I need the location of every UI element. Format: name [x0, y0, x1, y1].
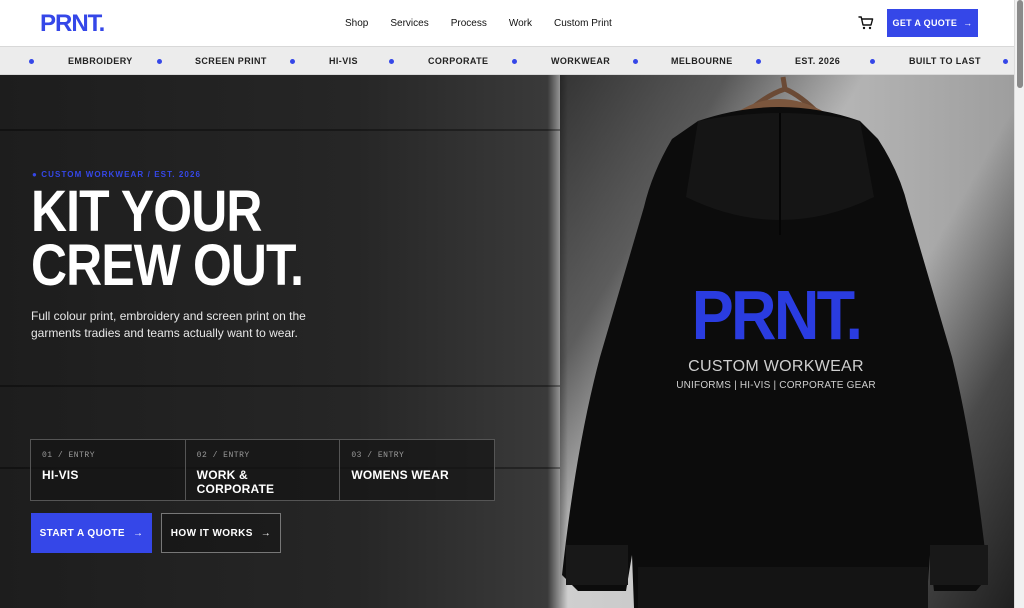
hero-lede: Full colour print, embroidery and screen…	[31, 309, 306, 340]
how-it-works-label: HOW IT WORKS	[170, 527, 253, 539]
hero-section: PRNT. CUSTOM WORKWEAR UNIFORMS | HI-VIS …	[0, 75, 1014, 608]
ticker-dot	[512, 59, 517, 64]
ticker-dot	[1003, 59, 1008, 64]
hoodie-logo: PRNT.	[691, 276, 863, 354]
entry-number: 02 / ENTRY	[196, 451, 250, 460]
entry-number: 03 / ENTRY	[351, 451, 405, 460]
ticker-item: CORPORATE	[428, 56, 489, 66]
nav-item-custom-print[interactable]: Custom Print	[554, 18, 612, 29]
get-a-quote-button[interactable]: GET A QUOTE →	[887, 9, 978, 37]
entry-cards: 01 / ENTRY HI-VIS 02 / ENTRY WORK & CORP…	[30, 439, 495, 501]
entry-card-womens-wear[interactable]: 03 / ENTRY WOMENS WEAR	[340, 440, 494, 500]
hoodie-subtagline: UNIFORMS | HI-VIS | CORPORATE GEAR	[676, 380, 876, 391]
ticker-item: WORKWEAR	[551, 56, 611, 66]
ticker-item: HI-VIS	[329, 56, 358, 66]
nav-item-work[interactable]: Work	[509, 18, 532, 29]
arrow-right-icon: →	[260, 527, 272, 539]
category-ticker: EMBROIDERY SCREEN PRINT HI-VIS CORPORATE…	[0, 46, 1014, 75]
nav-item-services[interactable]: Services	[390, 18, 428, 29]
top-nav: PRNT. Shop Services Process Work Custom …	[0, 0, 1014, 46]
entry-card-hi-vis[interactable]: 01 / ENTRY HI-VIS	[31, 440, 186, 500]
entry-card-work-corporate[interactable]: 02 / ENTRY WORK & CORPORATE	[186, 440, 341, 500]
ticker-item: EST. 2026	[795, 56, 841, 66]
hoodie-print: PRNT. CUSTOM WORKWEAR UNIFORMS | HI-VIS …	[676, 280, 876, 391]
hero-headline: KIT YOUR CREW OUT.	[31, 179, 304, 298]
hero-eyebrow: ● CUSTOM WORKWEAR / EST. 2026	[32, 170, 202, 179]
ticker-item: SCREEN PRINT	[195, 56, 267, 66]
nav-item-shop[interactable]: Shop	[345, 18, 368, 29]
start-a-quote-label: START A QUOTE	[39, 527, 125, 539]
get-a-quote-label: GET A QUOTE	[892, 18, 958, 28]
ticker-dot	[29, 59, 34, 64]
ticker-item: EMBROIDERY	[68, 56, 133, 66]
entry-title: WOMENS WEAR	[351, 468, 449, 482]
ticker-dot	[157, 59, 162, 64]
headline-line-2: CREW OUT.	[31, 233, 304, 298]
cart-icon[interactable]	[858, 15, 874, 31]
entry-title: WORK & CORPORATE	[196, 468, 275, 496]
ticker-dot	[870, 59, 875, 64]
entry-number: 01 / ENTRY	[42, 451, 96, 460]
ticker-item: MELBOURNE	[671, 56, 733, 66]
arrow-right-icon: →	[132, 527, 144, 539]
ticker-item: BUILT TO LAST	[909, 56, 981, 66]
nav-item-process[interactable]: Process	[451, 18, 487, 29]
arrow-right-icon: →	[963, 18, 973, 28]
how-it-works-button[interactable]: HOW IT WORKS →	[161, 513, 281, 553]
ticker-dot	[633, 59, 638, 64]
wall-seam	[0, 385, 560, 387]
ticker-dot	[756, 59, 761, 64]
brand-logo[interactable]: PRNT.	[40, 10, 105, 38]
main-menu: Shop Services Process Work Custom Print	[345, 0, 634, 46]
entry-title: HI-VIS	[42, 468, 79, 482]
page-scrollbar[interactable]	[1014, 0, 1024, 608]
scrollbar-thumb[interactable]	[1017, 0, 1023, 88]
ticker-dot	[290, 59, 295, 64]
wall-seam	[0, 129, 560, 131]
start-a-quote-button[interactable]: START A QUOTE →	[31, 513, 152, 553]
ticker-dot	[389, 59, 394, 64]
headline-line-1: KIT YOUR	[31, 179, 262, 244]
hoodie-tagline: CUSTOM WORKWEAR	[688, 358, 864, 375]
